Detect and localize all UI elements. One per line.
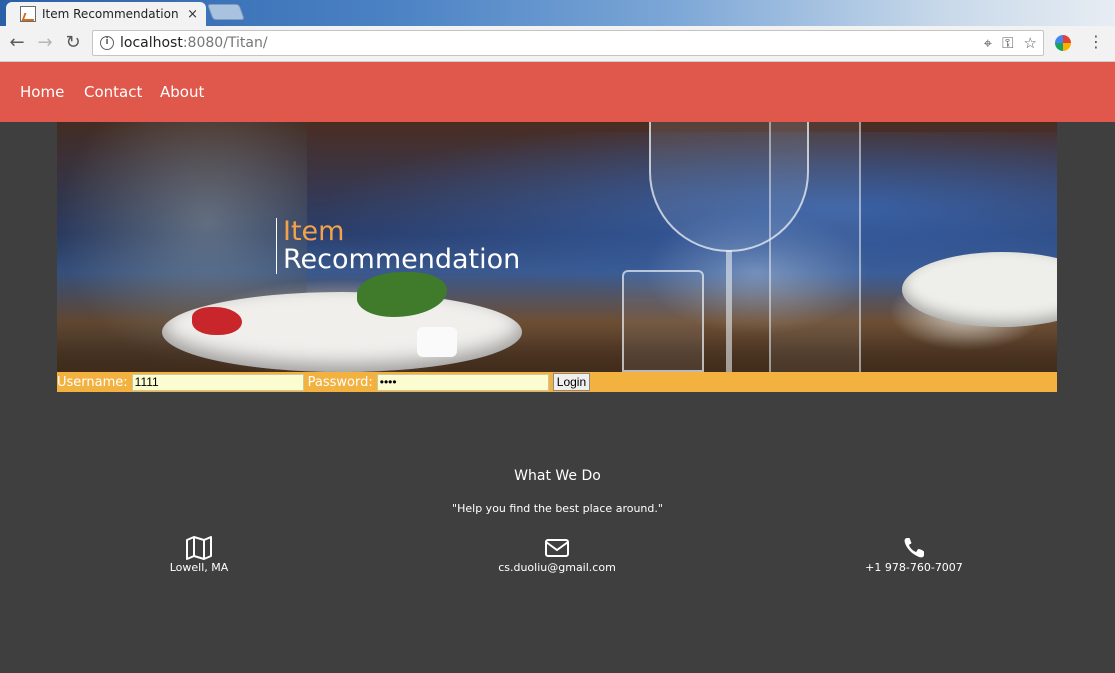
location-target-icon[interactable]: ⌖ — [984, 34, 992, 52]
hero-banner: Item Recommendation — [57, 122, 1057, 372]
menu-dots-icon[interactable]: ⋮ — [1088, 32, 1104, 51]
nav-contact-link[interactable]: Contact — [84, 83, 142, 101]
contact-phone-text: +1 978-760-7007 — [865, 561, 963, 574]
username-input[interactable] — [131, 373, 304, 391]
star-icon[interactable]: ☆ — [1024, 34, 1037, 52]
nav-home-link[interactable]: Home — [20, 83, 64, 101]
omnibox-actions: ⌖ ⚿ ☆ — [984, 34, 1037, 52]
browser-toolbar: ← → ↻ i localhost:8080/Titan/ ⌖ ⚿ ☆ ⋮ — [0, 26, 1115, 62]
browser-tab[interactable]: Item Recommendation F × — [6, 2, 206, 26]
contact-email-text[interactable]: cs.duoliu@gmail.com — [437, 561, 677, 574]
url-text: localhost:8080/Titan/ — [120, 35, 268, 51]
browser-tab-bar: Item Recommendation F × — [0, 0, 1115, 26]
password-label: Password: — [307, 374, 373, 390]
phone-icon — [904, 538, 924, 558]
extension-icon[interactable] — [1055, 35, 1071, 51]
section-title: What We Do — [514, 468, 601, 484]
contact-location-text: Lowell, MA — [169, 561, 229, 574]
contact-email: cs.duoliu@gmail.com — [437, 536, 677, 574]
tab-title: Item Recommendation F — [42, 7, 182, 21]
nav-about-link[interactable]: About — [160, 83, 204, 101]
contact-location: Lowell, MA — [79, 536, 319, 574]
forward-arrow-icon[interactable]: → — [34, 32, 56, 54]
login-button[interactable]: Login — [552, 373, 591, 391]
username-label: Username: — [57, 374, 128, 390]
site-navbar: Home Contact About — [0, 62, 1115, 122]
back-arrow-icon[interactable]: ← — [6, 32, 28, 54]
envelope-icon — [545, 539, 569, 557]
map-icon — [186, 536, 212, 560]
hero-wine-glass-stem — [726, 250, 732, 372]
info-icon[interactable]: i — [100, 36, 114, 50]
hero-title: Item Recommendation — [276, 218, 520, 274]
login-form: Username: Password: Login — [57, 372, 1057, 392]
address-bar[interactable]: i localhost:8080/Titan/ ⌖ ⚿ ☆ — [92, 30, 1044, 56]
password-input[interactable] — [376, 373, 549, 391]
hero-title-item: Item — [283, 216, 345, 247]
key-icon[interactable]: ⚿ — [1002, 34, 1013, 52]
hero-salad-cheese — [417, 327, 457, 357]
hero-title-recommendation: Recommendation — [283, 244, 521, 275]
new-tab-button[interactable] — [207, 4, 245, 20]
section-quote: "Help you find the best place around." — [452, 502, 663, 515]
contact-phone: +1 978-760-7007 — [794, 536, 1034, 574]
hero-glass-small — [622, 270, 704, 372]
hero-salad-tomato — [192, 307, 242, 335]
tab-close-icon[interactable]: × — [187, 7, 198, 22]
favicon-icon — [20, 6, 36, 22]
reload-icon[interactable]: ↻ — [62, 32, 84, 54]
